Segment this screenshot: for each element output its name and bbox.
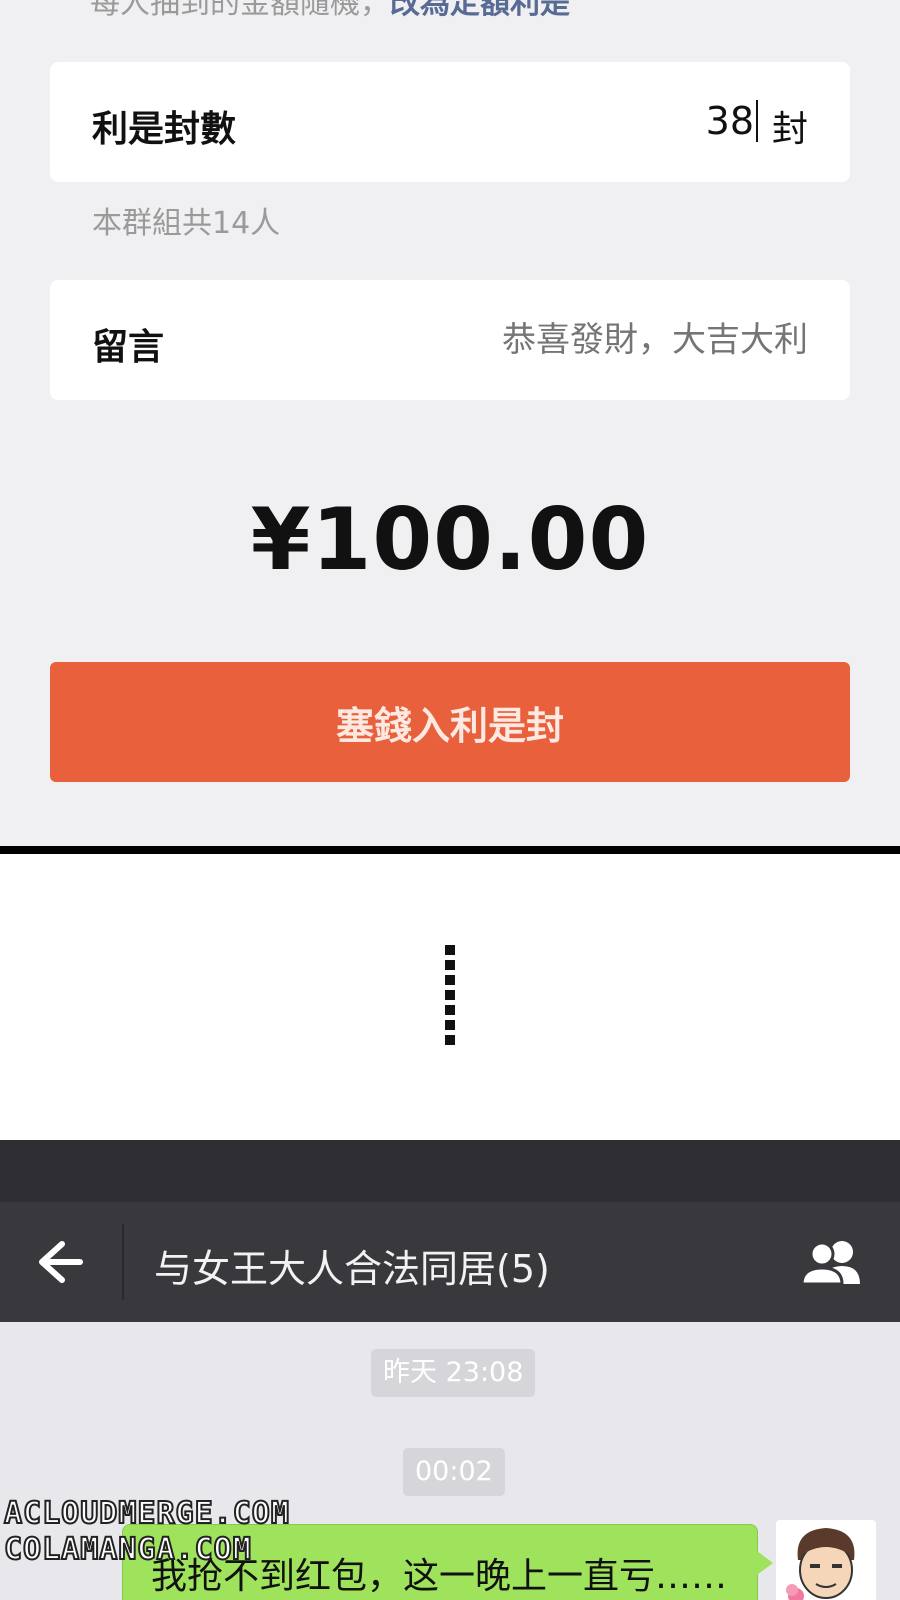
watermark-line: ACLOUDMERGE.COM — [3, 1495, 290, 1532]
chat-title: 与女王大人合法同居(5) — [154, 1247, 550, 1291]
nav-divider — [122, 1224, 124, 1300]
message-label: 留言 — [92, 327, 165, 368]
status-bar — [0, 1140, 900, 1202]
ellipsis-dots — [445, 945, 455, 1045]
timestamp-badge: 00:02 — [403, 1448, 505, 1496]
group-members-icon — [800, 1241, 860, 1286]
group-members-button[interactable] — [798, 1238, 866, 1286]
panel-divider — [0, 846, 900, 854]
total-amount: ¥100.00 — [250, 490, 650, 590]
group-member-hint: 本群組共14人 — [92, 206, 281, 241]
avatar[interactable] — [776, 1520, 876, 1600]
message-input[interactable] — [288, 320, 808, 360]
packet-count-unit: 封 — [771, 109, 808, 150]
amount-mode-note: 每人抽到的金額隨機，改為定額利是 — [90, 0, 570, 22]
packet-count-input[interactable]: 38 — [706, 100, 758, 142]
watermark-line: COLAMANGA.COM — [3, 1531, 252, 1568]
arrow-left-icon — [39, 1241, 83, 1283]
switch-to-fixed-amount-link[interactable]: 改為定額利是 — [390, 0, 570, 21]
back-button[interactable] — [32, 1236, 88, 1288]
packet-count-label: 利是封數 — [92, 109, 237, 150]
timestamp-badge: 昨天 23:08 — [371, 1349, 536, 1397]
message-card[interactable]: 留言 — [50, 280, 850, 400]
amount-mode-text: 每人抽到的金額隨機， — [90, 0, 390, 21]
chat-nav-bar: 与女王大人合法同居(5) — [0, 1202, 900, 1322]
put-money-in-packet-button[interactable]: 塞錢入利是封 — [50, 662, 850, 782]
chat-panel: 与女王大人合法同居(5) 昨天 23:08 00:02 我抢不到红包，这一晚上一… — [0, 1140, 900, 1600]
avatar-icon — [786, 1528, 855, 1600]
packet-count-card[interactable]: 利是封數 38 封 — [50, 62, 850, 182]
red-packet-form-panel: 每人抽到的金額隨機，改為定額利是 利是封數 38 封 本群組共14人 留言 ¥1… — [0, 0, 900, 852]
